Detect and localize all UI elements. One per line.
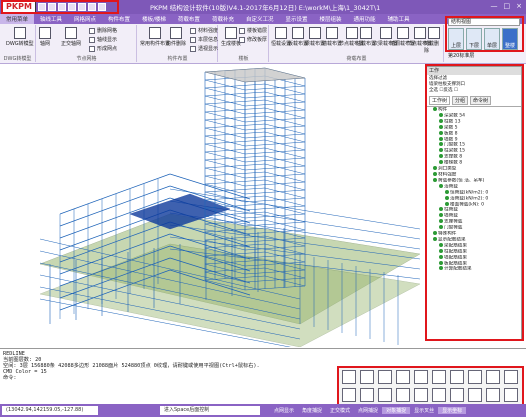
status-point-snap[interactable]: 点网捕捉 [354,407,382,414]
status-coordinates[interactable]: 显示坐标 [438,407,467,414]
orthogonal-axis-button[interactable]: 正交轴网 [61,27,81,47]
highlight-quick-access [1,0,119,14]
load-delete-icon [427,27,440,39]
model-viewport[interactable] [0,64,421,350]
load-icon [326,27,338,39]
transparent-icon [190,45,196,52]
menu-axis-tools[interactable]: 轴线工具 [34,14,68,24]
menu-grid[interactable]: 网格网点 [68,14,102,24]
info-icon [190,36,196,43]
menu-display[interactable]: 显示设置 [279,14,313,24]
material-icon [190,27,196,34]
slab-offset-icon [239,27,245,34]
standard-floor-label: 第20标准层 [448,53,475,59]
menu-load-layout[interactable]: 荷载布置 [172,14,206,24]
close-button[interactable]: × [516,2,522,10]
form-nodes-button[interactable]: 形成网点 [89,45,117,52]
building-3d-model [39,67,421,350]
dwg-convert-button[interactable]: DWG转模型 [6,27,34,47]
load-icon [309,27,321,39]
minimize-button[interactable]: — [491,2,498,10]
status-ortho[interactable]: 正交模式 [326,407,354,414]
status-crosshair[interactable]: 显示叉丝 [410,407,438,414]
axis-display-icon [89,36,95,43]
ribbon-group-members: 常用构件布置 构件删除 材料强度 本层信息 透视显示 构件布置 [138,25,218,62]
menu-floor-assembly[interactable]: 楼层组装 [313,14,347,24]
slab-offset-button[interactable]: 楼板错层 [239,27,267,34]
menu-member-layout[interactable]: 构件布置 [102,14,136,24]
ribbon-group-slab: 生成楼板 楼板错层 修改板厚 楼板 [219,25,269,62]
transparent-display-button[interactable]: 透视显示 [190,45,218,52]
floor-info-button[interactable]: 本层信息 [190,36,218,43]
material-strength-button[interactable]: 材料强度 [190,27,218,34]
menu-load-supplement[interactable]: 荷载补充 [206,14,240,24]
menu-custom-case[interactable]: 自定义工况 [240,14,280,24]
form-nodes-icon [89,45,95,52]
highlight-view-toolbar [337,366,524,406]
status-object-snap[interactable]: 对象捕捉 [382,407,411,414]
highlight-work-panel [425,64,524,341]
status-point-display[interactable]: 点网显示 [270,407,298,414]
axis-display-button[interactable]: 轴线显示 [89,36,117,43]
delete-grid-icon [89,27,95,34]
load-icon [275,27,287,39]
generate-slab-button[interactable]: 生成楼板 [221,27,241,47]
slab-icon [225,27,237,39]
status-angle-snap[interactable]: 角度捕捉 [298,407,326,414]
menu-aux-tools[interactable]: 辅助工具 [382,14,416,24]
load-icon [292,27,304,39]
load-icon [360,27,372,39]
axis-button[interactable]: 轴网 [39,27,51,47]
menu-slab-stair[interactable]: 楼板/楼梯 [136,14,172,24]
coordinates-readout: (13042.94,142159.05,-127.88) [2,406,98,415]
highlight-view-switcher [445,16,524,52]
menu-general[interactable]: 通用功能 [348,14,382,24]
window-title: PKPM 结构设计软件(10版)V4.1-2017年6月12日) E:\work… [150,4,381,12]
orthogonal-axis-icon [65,27,77,39]
slab-thickness-button[interactable]: 修改板厚 [239,36,267,43]
status-prompt: 进入Space后面控制 [160,406,260,415]
dwg-icon [13,27,26,39]
member-delete-button[interactable]: 构件删除 [166,27,186,47]
member-icon [149,27,161,39]
load-delete-button[interactable]: 荷载删除 [424,27,443,54]
status-bar: (13042.94,142159.05,-127.88) 进入Space后面控制… [0,404,526,417]
delete-grid-button[interactable]: 删除网格 [89,27,117,34]
axis-icon [39,27,51,39]
ribbon-group-grid: 轴网 正交轴网 删除网格 轴线显示 形成网点 节点网格 [37,25,137,62]
delete-icon [170,27,182,39]
slab-thickness-icon [239,36,245,43]
maximize-button[interactable]: □ [504,2,511,10]
menu-common[interactable]: 常用菜单 [0,14,35,24]
ribbon-group-loads: 恒载设置 板载布置 梁载布置 墙载布置 节点载布置 柱载布置 次梁载布置 墙洞载… [270,25,444,62]
ribbon-group-dwg: DWG转模型 DWG转模型 [0,25,36,62]
